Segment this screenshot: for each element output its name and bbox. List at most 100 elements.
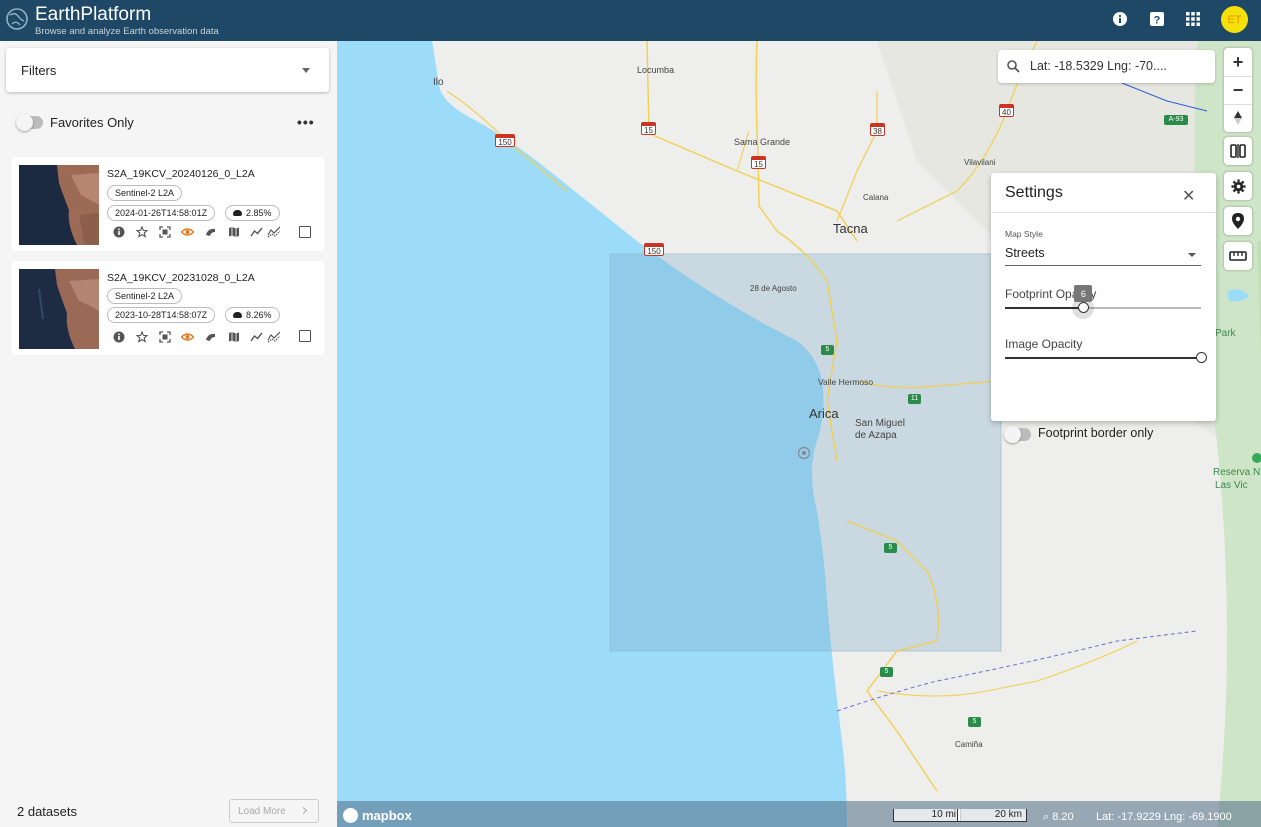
filters-dropdown[interactable]: Filters xyxy=(6,48,329,92)
app-logo-icon[interactable] xyxy=(5,6,29,32)
route-shield: 150 xyxy=(495,134,515,147)
app-header: EarthPlatform Browse and analyze Earth o… xyxy=(0,0,1261,41)
map-icon[interactable] xyxy=(227,330,240,343)
zoom-level: 8.20 xyxy=(1052,811,1074,823)
measure-button[interactable] xyxy=(1224,242,1252,270)
star-icon[interactable] xyxy=(135,225,148,238)
apps-grid-icon[interactable] xyxy=(1185,11,1201,27)
route-shield: 15 xyxy=(751,156,766,169)
gear-icon xyxy=(1230,178,1246,194)
info-icon[interactable] xyxy=(1112,11,1128,27)
close-icon[interactable]: ✕ xyxy=(1182,186,1195,206)
dataset-card[interactable]: S2A_19KCV_20240126_0_L2A Sentinel-2 L2A … xyxy=(12,157,324,251)
scale-bar-km: 20 km xyxy=(957,809,1027,822)
chevron-down-icon xyxy=(1188,253,1196,257)
more-options-icon[interactable]: ••• xyxy=(297,114,315,130)
place-label: Vilavilani xyxy=(964,158,996,167)
zoom-out-button[interactable]: − xyxy=(1224,76,1252,104)
settings-title: Settings xyxy=(1005,184,1063,201)
place-label: Sama Grande xyxy=(734,137,791,147)
dataset-select-checkbox[interactable] xyxy=(299,226,311,238)
search-icon xyxy=(1007,60,1020,73)
place-label: de Azapa xyxy=(855,430,897,441)
load-more-label: Load More xyxy=(238,805,286,817)
dataset-title: S2A_19KCV_20240126_0_L2A xyxy=(107,168,255,180)
map-icon[interactable] xyxy=(227,225,240,238)
visibility-icon[interactable] xyxy=(181,225,194,238)
place-label: Ilo xyxy=(433,77,444,88)
mapbox-logo[interactable]: mapbox xyxy=(343,808,412,823)
location-search-input[interactable]: Lat: -18.5329 Lng: -70.... xyxy=(998,50,1215,83)
sidebar: Filters Favorites Only ••• S2A_19KCV_202… xyxy=(0,41,337,827)
map-view[interactable]: Ilo Locumba Sama Grande Tacna Calana Vil… xyxy=(337,41,1261,827)
image-opacity-fill xyxy=(1005,357,1201,359)
place-label: Las Vic xyxy=(1215,480,1248,491)
collection-chip: Sentinel-2 L2A xyxy=(107,185,183,201)
route-shield: 15 xyxy=(641,122,656,135)
map-style-label: Map Style xyxy=(1005,229,1043,239)
compare-layout-button[interactable] xyxy=(1224,137,1252,165)
info-icon[interactable] xyxy=(112,330,125,343)
zoom-to-extent-icon[interactable] xyxy=(158,225,171,238)
place-label: Locumba xyxy=(637,65,675,75)
info-icon[interactable] xyxy=(112,225,125,238)
dataset-thumbnail[interactable] xyxy=(19,165,99,245)
map-attribution-bar: mapbox 10 mi 20 km ⌕ 8.20 Lat: -17.9229 … xyxy=(337,801,1261,827)
visibility-icon[interactable] xyxy=(181,330,194,343)
dataset-thumbnail[interactable] xyxy=(19,269,99,349)
zoom-readout: ⌕ 8.20 xyxy=(1043,811,1074,824)
cloud-cover-value: 8.26% xyxy=(246,310,272,320)
compare-icon[interactable] xyxy=(267,330,280,343)
app-title: EarthPlatform xyxy=(35,4,152,25)
search-value: Lat: -18.5329 Lng: -70.... xyxy=(1030,59,1167,73)
compare-icon[interactable] xyxy=(267,225,280,238)
mapbox-brand: mapbox xyxy=(362,808,412,823)
settings-panel: Settings ✕ Map Style Streets Footprint O… xyxy=(991,173,1216,443)
filters-label: Filters xyxy=(21,63,57,78)
dataset-select-checkbox[interactable] xyxy=(299,330,311,342)
footprint-icon[interactable] xyxy=(204,225,217,238)
route-shield: 5 xyxy=(968,717,981,727)
place-label: Valle Hermoso xyxy=(818,377,874,387)
route-shield: 5 xyxy=(880,667,893,677)
footprint-border-toggle[interactable] xyxy=(1004,426,1031,443)
favorites-toggle[interactable] xyxy=(16,114,43,131)
location-pin-button[interactable] xyxy=(1224,207,1252,235)
split-view-icon xyxy=(1230,144,1246,158)
location-pin-icon xyxy=(1232,213,1244,229)
route-shield: 150 xyxy=(644,243,664,256)
place-label: Arica xyxy=(809,406,839,421)
image-opacity-slider[interactable] xyxy=(1195,352,1207,363)
route-shield: 38 xyxy=(870,123,885,136)
route-shield: 40 xyxy=(999,104,1014,117)
zoom-in-button[interactable]: + xyxy=(1224,48,1252,76)
datetime-chip: 2024-01-26T14:58:01Z xyxy=(107,205,216,221)
map-style-select[interactable]: Streets xyxy=(1005,246,1045,260)
cloud-cover-value: 2.85% xyxy=(246,208,272,218)
settings-button[interactable] xyxy=(1224,172,1252,200)
help-icon[interactable]: ? xyxy=(1149,11,1165,27)
scale-bar-miles: 10 mi xyxy=(893,809,961,822)
timeseries-icon[interactable] xyxy=(250,225,263,238)
star-icon[interactable] xyxy=(135,330,148,343)
zoom-to-extent-icon[interactable] xyxy=(158,330,171,343)
timeseries-icon[interactable] xyxy=(250,330,263,343)
load-more-button[interactable]: Load More xyxy=(229,799,319,823)
compass-button[interactable] xyxy=(1224,104,1252,132)
route-shield: 5 xyxy=(884,543,897,553)
place-label: San Miguel xyxy=(855,418,906,429)
place-label: Camiña xyxy=(955,740,983,749)
image-opacity-label: Image Opacity xyxy=(1005,337,1083,351)
route-shield: 11 xyxy=(908,394,921,404)
user-avatar[interactable]: ET xyxy=(1221,6,1248,33)
footprint-opacity-slider[interactable] xyxy=(1077,302,1089,313)
footprint-icon[interactable] xyxy=(204,330,217,343)
chevron-right-icon xyxy=(299,806,308,815)
cloud-icon xyxy=(233,210,242,216)
dataset-card[interactable]: S2A_19KCV_20231028_0_L2A Sentinel-2 L2A … xyxy=(12,261,324,355)
compass-icon xyxy=(1234,111,1242,125)
route-shield: A-93 xyxy=(1164,115,1188,125)
place-label: 28 de Agosto xyxy=(750,284,797,293)
footprint-border-label: Footprint border only xyxy=(1038,426,1154,440)
zoom-icon: ⌕ xyxy=(1043,811,1053,823)
